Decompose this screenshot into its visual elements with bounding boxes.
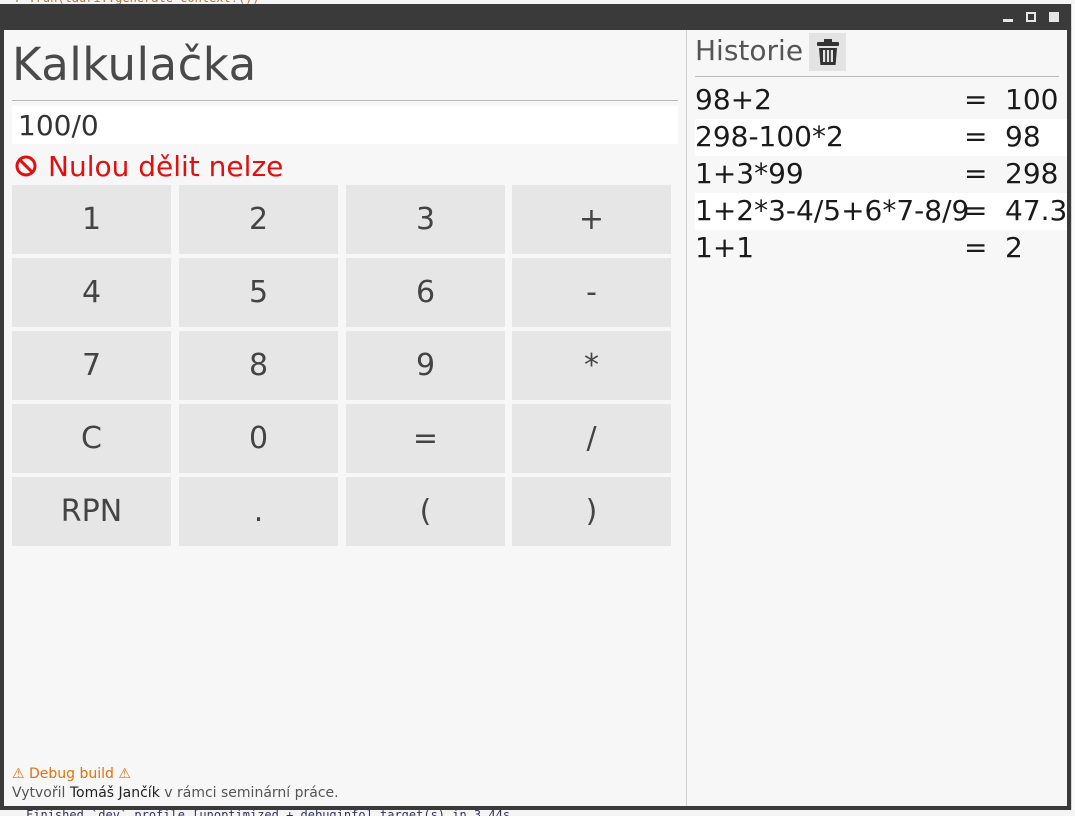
debug-build-notice: ⚠ Debug build ⚠: [12, 766, 131, 782]
history-result: 298: [1005, 157, 1059, 190]
error-text: Nulou dělit nelze: [48, 149, 284, 183]
key-multiply[interactable]: *: [512, 331, 671, 400]
close-icon[interactable]: [1048, 11, 1060, 23]
key-6[interactable]: 6: [346, 258, 505, 327]
key-divide[interactable]: /: [512, 404, 671, 473]
key-clear[interactable]: C: [12, 404, 171, 473]
history-equals: =: [964, 157, 988, 190]
history-item[interactable]: 98+2 = 100: [695, 82, 1067, 119]
key-plus[interactable]: +: [512, 185, 671, 254]
history-equals: =: [964, 120, 988, 153]
history-result: 47.3: [1005, 194, 1068, 227]
history-equals: =: [964, 231, 988, 264]
minimize-icon[interactable]: [1002, 11, 1014, 23]
app-window: Kalkulačka Nulou dělit nelze 1 2 3 + 4 5…: [0, 4, 1071, 810]
prohibited-icon: [15, 155, 37, 177]
key-0[interactable]: 0: [179, 404, 338, 473]
credit-prefix: Vytvořil: [12, 785, 66, 801]
history-expression: 1+2*3-4/5+6*7-8/9: [695, 194, 970, 227]
history-expression: 1+3*99: [695, 157, 804, 190]
key-1[interactable]: 1: [12, 185, 171, 254]
history-result: 98: [1005, 120, 1041, 153]
calculator-panel: Kalkulačka Nulou dělit nelze 1 2 3 + 4 5…: [4, 30, 686, 806]
key-minus[interactable]: -: [512, 258, 671, 327]
key-5[interactable]: 5: [179, 258, 338, 327]
error-message: Nulou dělit nelze: [14, 148, 283, 184]
history-expression: 298-100*2: [695, 120, 844, 153]
history-equals: =: [964, 194, 988, 227]
key-equals[interactable]: =: [346, 404, 505, 473]
title-divider: [12, 100, 678, 101]
trash-icon: [816, 39, 839, 65]
key-open-paren[interactable]: (: [346, 477, 505, 546]
credit-author: Tomáš Jančík: [69, 785, 160, 801]
history-panel: Historie 98+2 = 100 298-100*2 = 98 1+3*9…: [687, 30, 1067, 806]
history-item[interactable]: 1+1 = 2: [695, 230, 1067, 267]
key-3[interactable]: 3: [346, 185, 505, 254]
key-2[interactable]: 2: [179, 185, 338, 254]
history-item[interactable]: 1+3*99 = 298: [695, 156, 1067, 193]
history-result: 2: [1005, 231, 1023, 264]
key-rpn[interactable]: RPN: [12, 477, 171, 546]
history-divider: [695, 76, 1059, 77]
window-content: Kalkulačka Nulou dělit nelze 1 2 3 + 4 5…: [4, 30, 1067, 806]
key-4[interactable]: 4: [12, 258, 171, 327]
key-8[interactable]: 8: [179, 331, 338, 400]
key-decimal[interactable]: .: [179, 477, 338, 546]
app-title: Kalkulačka: [12, 38, 257, 91]
credit-suffix: v rámci seminární práce.: [164, 785, 339, 801]
window-titlebar[interactable]: [0, 4, 1071, 30]
background-editor-edge: [1071, 4, 1075, 810]
history-equals: =: [964, 83, 988, 116]
key-7[interactable]: 7: [12, 331, 171, 400]
key-9[interactable]: 9: [346, 331, 505, 400]
credit-line: Vytvořil Tomáš Jančík v rámci seminární …: [12, 785, 339, 801]
keypad: 1 2 3 + 4 5 6 - 7 8 9 * C 0 = / RPN . ( …: [12, 185, 678, 548]
footer: ⚠ Debug build ⚠ Vytvořil Tomáš Jančík v …: [12, 766, 339, 801]
history-item[interactable]: 1+2*3-4/5+6*7-8/9 = 47.3: [695, 193, 1067, 230]
history-item[interactable]: 298-100*2 = 98: [695, 119, 1067, 156]
clear-history-button[interactable]: [809, 33, 846, 71]
history-expression: 1+1: [695, 231, 755, 264]
background-editor-bottom: Finished `dev` profile [unoptimized + de…: [0, 810, 1075, 816]
maximize-icon[interactable]: [1025, 11, 1037, 23]
history-list: 98+2 = 100 298-100*2 = 98 1+3*99 = 298 1…: [695, 82, 1067, 267]
key-close-paren[interactable]: ): [512, 477, 671, 546]
history-result: 100: [1005, 83, 1059, 116]
expression-input[interactable]: [12, 106, 678, 144]
history-expression: 98+2: [695, 83, 772, 116]
history-title: Historie: [695, 34, 804, 67]
